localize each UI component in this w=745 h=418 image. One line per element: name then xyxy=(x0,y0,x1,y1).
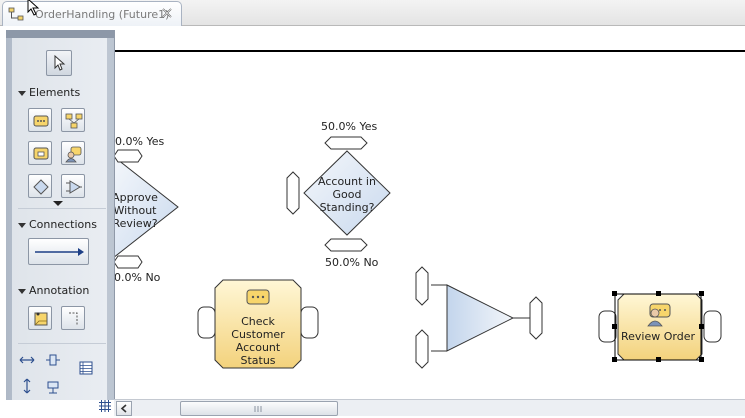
selection-tool-button[interactable] xyxy=(46,50,72,76)
decision-tool-button[interactable] xyxy=(28,174,52,198)
decision-no-output-port xyxy=(324,238,368,252)
expand-triangle-icon xyxy=(18,288,26,294)
human-task-icon xyxy=(65,146,82,163)
expand-triangle-icon xyxy=(18,90,26,96)
decision-input-port xyxy=(286,171,300,215)
decision-no-output-port xyxy=(113,255,143,269)
task-icon xyxy=(246,289,270,305)
fit-height-icon[interactable] xyxy=(19,378,35,394)
task-output-port xyxy=(703,310,722,343)
note-tool-button[interactable] xyxy=(28,306,52,330)
text-annotation-icon xyxy=(69,312,78,325)
palette-body: Elements Connections Annotation xyxy=(12,38,107,400)
scroll-left-button[interactable] xyxy=(116,401,132,416)
palette-separator xyxy=(18,343,106,344)
expand-triangle-icon xyxy=(18,222,26,228)
merge-icon xyxy=(66,180,82,194)
decision-yes-probability: 50.0% Yes xyxy=(321,120,378,133)
palette-section-elements[interactable]: Elements xyxy=(18,86,80,99)
process-tool-button[interactable] xyxy=(61,108,85,132)
decision-yes-probability: 0.0% Yes xyxy=(115,135,165,148)
task-label: Review Order xyxy=(620,330,695,343)
task-output-port xyxy=(300,306,319,339)
align-horizontal-icon[interactable] xyxy=(45,352,61,368)
decision-yes-output-port xyxy=(113,149,143,163)
chevron-left-icon xyxy=(120,404,127,413)
selection-handle xyxy=(612,357,617,362)
palette-section-label: Connections xyxy=(29,218,97,231)
palette-panel: Elements Connections Annotation xyxy=(6,30,115,400)
arrow-pointer-icon xyxy=(54,54,66,71)
task-label: Check Customer Account Status xyxy=(231,315,285,367)
decision-icon xyxy=(33,179,49,195)
note-icon xyxy=(34,312,48,326)
decision-label: Approve Without Review? xyxy=(112,191,158,230)
process-icon xyxy=(65,113,83,129)
grid-icon[interactable] xyxy=(98,399,112,413)
task-tool-button[interactable] xyxy=(28,108,52,132)
task-icon xyxy=(33,115,49,127)
palette-separator xyxy=(18,208,106,209)
selection-handle xyxy=(612,324,617,329)
merge-output-port xyxy=(529,296,543,340)
palette-section-label: Elements xyxy=(29,86,81,99)
merge-input-port-1 xyxy=(415,266,429,306)
selection-handle xyxy=(656,357,661,362)
decision-yes-output-port xyxy=(324,136,368,150)
selection-handle xyxy=(699,291,704,296)
grip-icon xyxy=(254,406,262,412)
selection-handle xyxy=(699,324,704,329)
selection-handle xyxy=(612,291,617,296)
dropdown-arrow-icon[interactable] xyxy=(50,196,66,212)
task-review-order[interactable] xyxy=(598,291,722,362)
merge-input-port-2 xyxy=(415,329,429,369)
scrollbar-thumb[interactable] xyxy=(180,401,338,416)
merge-tool-button[interactable] xyxy=(61,174,85,198)
palette-header xyxy=(6,30,114,38)
decision-label: Account in Good Standing? xyxy=(318,175,376,214)
list-view-icon[interactable] xyxy=(78,360,94,376)
selection-handle xyxy=(656,291,661,296)
decision-no-probability: 0.0% No xyxy=(114,271,161,284)
decision-no-probability: 50.0% No xyxy=(325,256,379,269)
text-annotation-tool-button[interactable] xyxy=(61,306,85,330)
fit-width-icon[interactable] xyxy=(19,352,35,368)
subprocess-icon xyxy=(33,147,49,160)
connection-tool-button[interactable] xyxy=(28,238,89,265)
palette-section-label: Annotation xyxy=(29,284,90,297)
task-input-port xyxy=(197,306,216,339)
merge-node[interactable] xyxy=(415,266,543,369)
human-task-tool-button[interactable] xyxy=(61,141,85,165)
selection-handle xyxy=(699,357,704,362)
palette-section-connections[interactable]: Connections xyxy=(18,218,97,231)
connection-arrow-icon xyxy=(35,248,84,256)
subprocess-tool-button[interactable] xyxy=(28,141,52,165)
align-vertical-icon[interactable] xyxy=(45,378,61,394)
palette-section-annotation[interactable]: Annotation xyxy=(18,284,89,297)
horizontal-scrollbar[interactable] xyxy=(114,399,745,416)
